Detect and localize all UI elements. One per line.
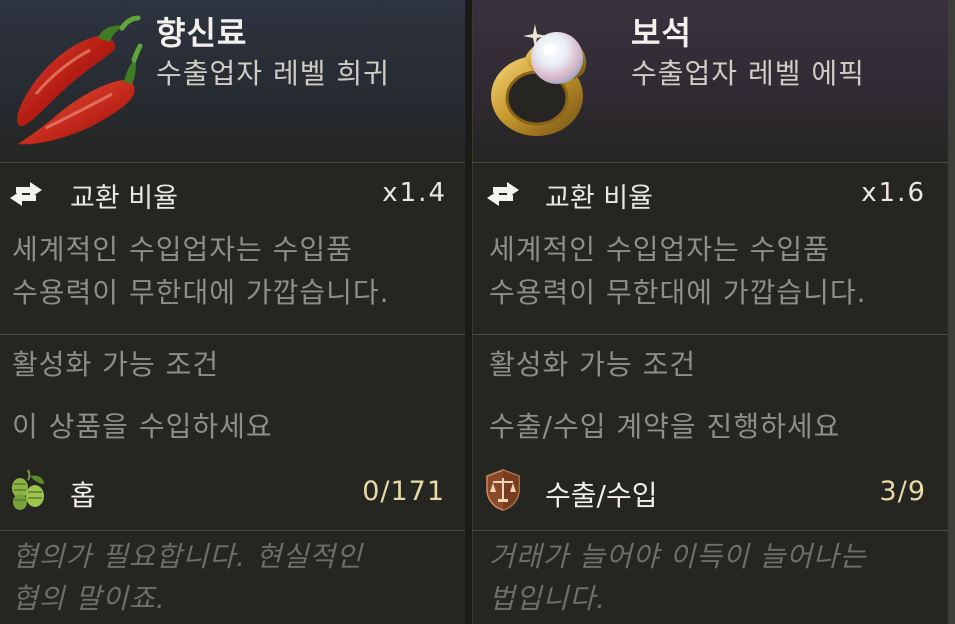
exchange-rate-label: 교환 비율 (545, 183, 653, 214)
description-line: 수용력이 무한대에 가깝습니다. (489, 276, 867, 309)
description-line: 세계적인 수입업자는 수입품 (489, 233, 830, 266)
divider (473, 334, 948, 335)
swap-arrows-icon (10, 182, 42, 206)
pearl-ring-icon (491, 24, 587, 136)
card-header: 보석 수출업자 레벨 에픽 (473, 0, 948, 163)
requirement-label: 홉 (70, 479, 96, 512)
exchange-rate-value: x1.6 (861, 178, 926, 208)
card-subtitle: 수출업자 레벨 에픽 (631, 57, 865, 90)
card-header: 향신료 수출업자 레벨 희귀 (0, 0, 465, 163)
flavor-line: 거래가 늘어야 이득이 늘어나는 (489, 540, 867, 573)
flavor-line: 협의 말이죠. (12, 582, 166, 615)
exchange-rate-row: 교환 비율 x1.4 (0, 166, 465, 222)
flavor-text: 거래가 늘어야 이득이 늘어나는 법입니다. (489, 536, 929, 620)
card-title: 향신료 (156, 14, 248, 52)
window-edge (948, 0, 955, 624)
card-description: 세계적인 수입업자는 수입품 수용력이 무한대에 가깝습니다. (12, 228, 452, 314)
card-subtitle: 수출업자 레벨 희귀 (156, 57, 390, 90)
hops-icon (12, 469, 44, 510)
activation-condition-text: 수출/수입 계약을 진행하세요 (489, 410, 841, 443)
swap-arrows-icon (487, 182, 519, 206)
activation-condition-heading: 활성화 가능 조건 (12, 348, 220, 381)
scales-badge-icon (486, 469, 520, 511)
divider (473, 530, 948, 531)
requirement-row: 홉 0/171 (0, 462, 465, 522)
divider (0, 530, 465, 531)
flavor-line: 협의가 필요합니다. 현실적인 (12, 540, 363, 573)
requirement-progress: 0/171 (362, 476, 445, 507)
card-spices[interactable]: 향신료 수출업자 레벨 희귀 교환 비율 x1.4 세계적인 수입업자는 수입품… (0, 0, 465, 624)
exporter-cards-screen: 향신료 수출업자 레벨 희귀 교환 비율 x1.4 세계적인 수입업자는 수입품… (0, 0, 955, 624)
card-gems[interactable]: 보석 수출업자 레벨 에픽 교환 비율 x1.6 세계적인 수입업자는 수입품 … (472, 0, 948, 624)
flavor-line: 법입니다. (489, 582, 606, 615)
description-line: 세계적인 수입업자는 수입품 (12, 233, 353, 266)
requirement-label: 수출/수입 (545, 479, 658, 512)
exchange-rate-row: 교환 비율 x1.6 (473, 166, 948, 222)
activation-condition-text: 이 상품을 수입하세요 (12, 410, 273, 443)
exchange-rate-label: 교환 비율 (70, 183, 178, 214)
flavor-text: 협의가 필요합니다. 현실적인 협의 말이죠. (12, 536, 452, 620)
card-title: 보석 (631, 14, 692, 52)
requirement-progress: 3/9 (879, 476, 926, 507)
activation-condition-heading: 활성화 가능 조건 (489, 348, 697, 381)
chili-pepper-icon (17, 15, 143, 145)
exchange-rate-value: x1.4 (382, 178, 447, 208)
description-line: 수용력이 무한대에 가깝습니다. (12, 276, 390, 309)
card-description: 세계적인 수입업자는 수입품 수용력이 무한대에 가깝습니다. (489, 228, 929, 314)
requirement-row: 수출/수입 3/9 (473, 462, 948, 522)
divider (0, 334, 465, 335)
